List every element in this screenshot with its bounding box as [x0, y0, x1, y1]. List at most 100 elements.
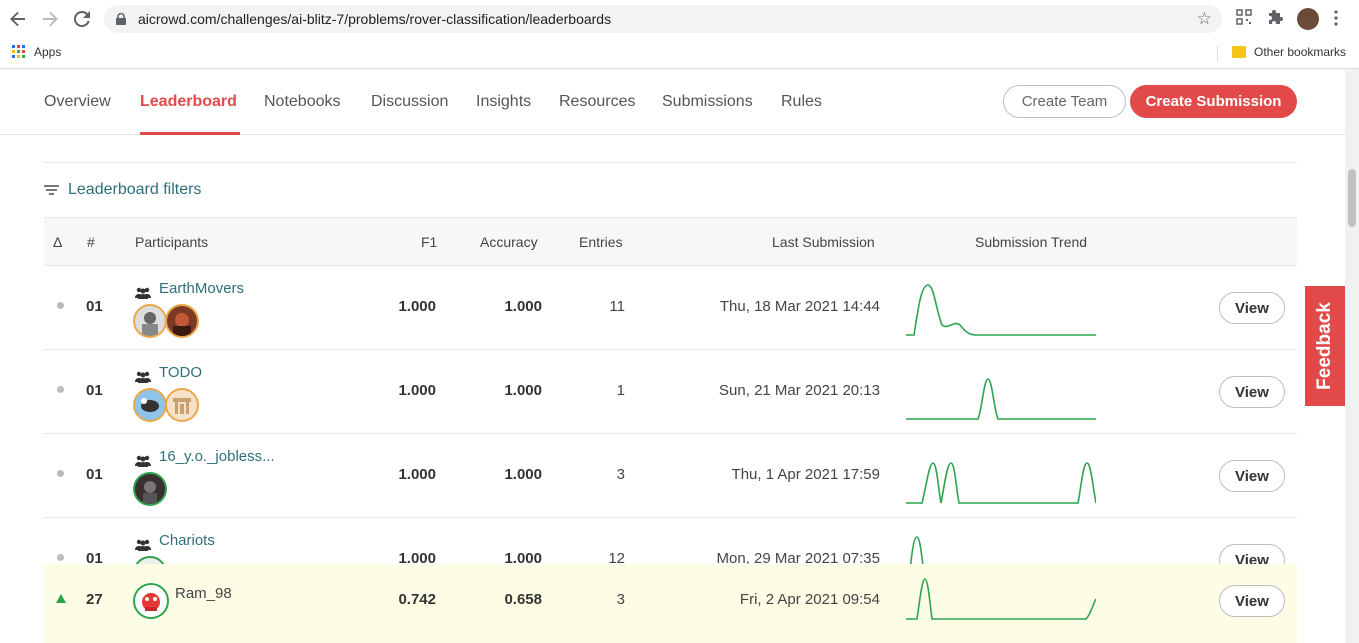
accuracy-score: 1.000 — [504, 466, 542, 483]
accuracy-score: 1.000 — [504, 298, 542, 315]
team-icon — [135, 287, 151, 299]
header-rank: # — [87, 234, 95, 250]
submission-trend-sparkline — [906, 378, 1096, 420]
view-button[interactable]: View — [1219, 292, 1285, 324]
apps-grid-icon — [12, 45, 26, 59]
f1-score: 1.000 — [398, 382, 436, 399]
section-divider — [44, 162, 1297, 163]
team-icon — [135, 539, 151, 551]
avatar[interactable] — [133, 583, 169, 619]
scrollbar-thumb[interactable] — [1348, 169, 1356, 227]
last-submission-time: Thu, 1 Apr 2021 17:59 — [731, 466, 880, 483]
page-scrollbar[interactable] — [1345, 69, 1359, 643]
page-content: Overview Leaderboard Notebooks Discussio… — [0, 69, 1345, 643]
f1-score: 1.000 — [398, 466, 436, 483]
tab-discussion[interactable]: Discussion — [371, 93, 448, 111]
header-participants: Participants — [135, 234, 209, 250]
back-icon[interactable] — [7, 8, 29, 30]
submission-trend-sparkline — [906, 462, 1096, 504]
no-change-indicator — [57, 470, 64, 477]
challenge-subnav: Overview Leaderboard Notebooks Discussio… — [0, 69, 1345, 135]
folder-icon — [1232, 46, 1246, 58]
header-entries: Entries — [579, 234, 623, 250]
table-row: 01 EarthMovers 1.000 1.000 11 Thu, 18 Ma… — [44, 266, 1297, 350]
avatar[interactable] — [165, 304, 199, 338]
entries-count: 11 — [609, 298, 625, 315]
kebab-menu-icon[interactable] — [1334, 10, 1354, 30]
other-bookmarks[interactable]: Other bookmarks — [1232, 45, 1346, 59]
f1-score: 1.000 — [398, 298, 436, 315]
rank: 01 — [86, 466, 103, 483]
entries-count: 1 — [616, 382, 625, 399]
submission-trend-sparkline — [906, 578, 1096, 620]
create-submission-button[interactable]: Create Submission — [1130, 85, 1297, 118]
header-delta: Δ — [53, 234, 63, 250]
avatar[interactable] — [133, 472, 167, 506]
table-row: 01 TODO 1.000 1.000 1 Sun, 21 Mar 2021 2… — [44, 350, 1297, 434]
tab-overview[interactable]: Overview — [44, 93, 111, 111]
rank: 27 — [86, 591, 103, 608]
entries-count: 3 — [616, 591, 625, 608]
submission-trend-sparkline — [906, 284, 1096, 336]
last-submission-time: Fri, 2 Apr 2021 09:54 — [739, 591, 880, 608]
apps-label: Apps — [34, 45, 62, 59]
accuracy-score: 0.658 — [504, 591, 542, 608]
entries-count: 3 — [616, 466, 625, 483]
view-button[interactable]: View — [1219, 460, 1285, 492]
current-user-row: 27 Ram_98 0.742 0.658 3 Fri, 2 Apr 2021 … — [44, 564, 1297, 643]
reload-icon[interactable] — [71, 8, 93, 30]
apps-shortcut[interactable]: Apps — [12, 45, 61, 59]
tab-notebooks[interactable]: Notebooks — [264, 93, 341, 111]
accuracy-score: 1.000 — [504, 382, 542, 399]
profile-avatar[interactable] — [1297, 8, 1319, 30]
forward-icon[interactable] — [39, 8, 61, 30]
url-text: aicrowd.com/challenges/ai-blitz-7/proble… — [138, 11, 612, 27]
participant-name-link[interactable]: Ram_98 — [175, 585, 232, 602]
participant-name-link[interactable]: EarthMovers — [159, 280, 244, 297]
no-change-indicator — [57, 554, 64, 561]
table-row: 01 16_y.o._jobless... 1.000 1.000 3 Thu,… — [44, 434, 1297, 518]
table-header: Δ # Participants F1 Accuracy Entries Las… — [44, 217, 1297, 266]
qr-extension-icon[interactable] — [1236, 9, 1256, 29]
create-team-button[interactable]: Create Team — [1003, 85, 1126, 118]
tab-rules[interactable]: Rules — [781, 93, 822, 111]
team-icon — [135, 455, 151, 467]
address-bar[interactable]: aicrowd.com/challenges/ai-blitz-7/proble… — [104, 5, 1222, 33]
avatar[interactable] — [133, 388, 167, 422]
no-change-indicator — [57, 386, 64, 393]
avatar[interactable] — [133, 304, 167, 338]
team-icon — [135, 371, 151, 383]
view-button[interactable]: View — [1219, 376, 1285, 408]
filters-label: Leaderboard filters — [68, 181, 202, 198]
rank: 01 — [86, 382, 103, 399]
feedback-tab[interactable]: Feedback — [1305, 286, 1345, 406]
header-accuracy: Accuracy — [480, 234, 538, 250]
bookmarks-bar: Apps Other bookmarks — [0, 38, 1359, 69]
rank-up-arrow-icon — [56, 594, 66, 603]
participant-name-link[interactable]: 16_y.o._jobless... — [159, 448, 275, 465]
lock-icon — [116, 13, 126, 25]
bookmark-star-icon[interactable]: ☆ — [1197, 9, 1212, 29]
header-submission-trend: Submission Trend — [975, 234, 1088, 250]
last-submission-time: Thu, 18 Mar 2021 14:44 — [719, 298, 880, 315]
puzzle-extensions-icon[interactable] — [1268, 9, 1288, 29]
participant-name-link[interactable]: Chariots — [159, 532, 215, 549]
active-tab-indicator — [140, 132, 240, 135]
tab-insights[interactable]: Insights — [476, 93, 531, 111]
avatar[interactable] — [165, 388, 199, 422]
f1-score: 0.742 — [398, 591, 436, 608]
view-button[interactable]: View — [1219, 585, 1285, 617]
tab-resources[interactable]: Resources — [559, 93, 635, 111]
header-f1: F1 — [421, 234, 438, 250]
tab-leaderboard[interactable]: Leaderboard — [140, 93, 237, 111]
tab-submissions[interactable]: Submissions — [662, 93, 753, 111]
leaderboard-filters-toggle[interactable]: Leaderboard filters — [44, 181, 201, 199]
bookmarks-divider — [1217, 46, 1218, 62]
last-submission-time: Sun, 21 Mar 2021 20:13 — [719, 382, 880, 399]
other-bookmarks-label: Other bookmarks — [1254, 45, 1347, 59]
filter-icon — [44, 184, 59, 196]
feedback-label: Feedback — [1314, 302, 1335, 390]
rank: 01 — [86, 298, 103, 315]
participant-name-link[interactable]: TODO — [159, 364, 202, 381]
header-last-submission: Last Submission — [772, 234, 875, 250]
